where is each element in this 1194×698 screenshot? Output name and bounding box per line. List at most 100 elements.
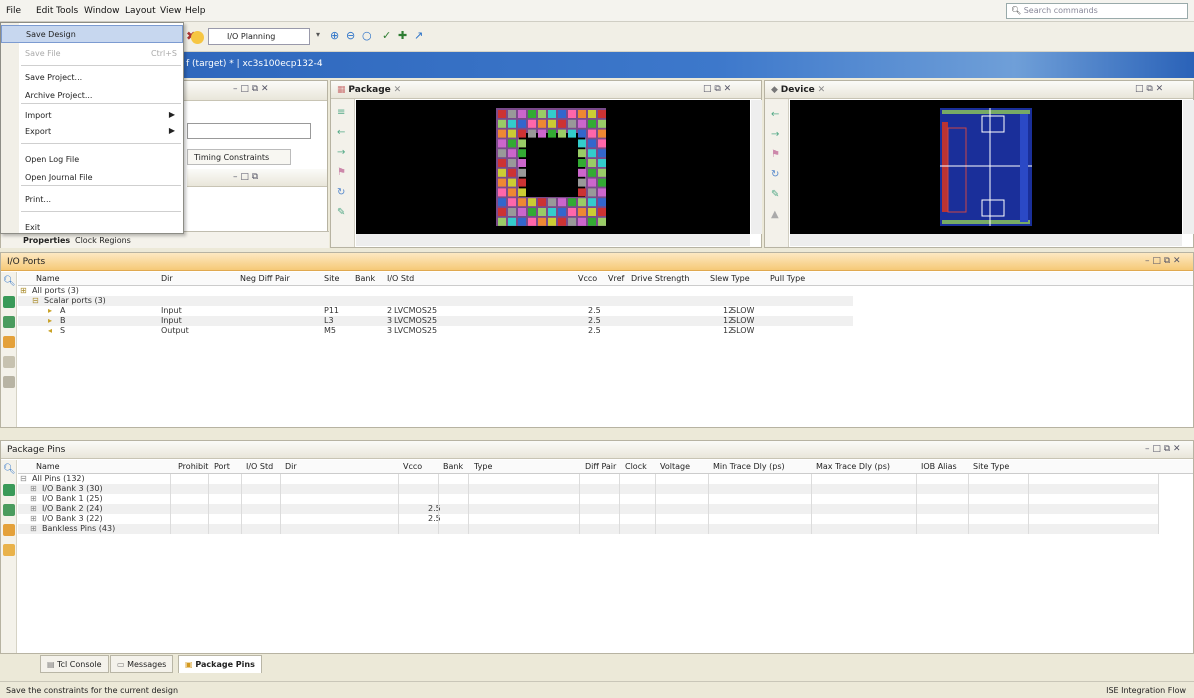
file-menu-item-open-log-file[interactable]: Open Log File xyxy=(1,151,183,169)
place-icon[interactable]: ✚ xyxy=(398,29,414,45)
package-pin[interactable] xyxy=(578,208,586,216)
right-arrow-icon[interactable]: → xyxy=(771,129,779,140)
package-pin[interactable] xyxy=(558,110,566,118)
search-icon[interactable]: 🔍︎ xyxy=(3,276,16,287)
autoplace-icon[interactable] xyxy=(3,336,15,348)
package-pin[interactable] xyxy=(558,119,566,128)
package-pin[interactable] xyxy=(518,139,526,148)
package-pin[interactable] xyxy=(598,168,606,177)
package-pin[interactable] xyxy=(578,188,586,197)
flag-icon[interactable]: ⚑ xyxy=(337,167,346,178)
package-pin[interactable] xyxy=(518,168,526,177)
column-header[interactable]: Bank xyxy=(355,274,375,283)
package-pin[interactable] xyxy=(568,198,576,207)
file-menu-item-save-project[interactable]: Save Project... xyxy=(1,69,183,87)
package-pin[interactable] xyxy=(528,110,536,118)
autoplace-icon[interactable]: ✓ xyxy=(382,29,398,45)
package-pin[interactable] xyxy=(588,217,596,226)
package-pin[interactable] xyxy=(578,217,586,226)
column-header[interactable]: Clock xyxy=(625,462,647,471)
column-header[interactable]: Slew Type xyxy=(710,274,750,283)
package-pin[interactable] xyxy=(568,110,576,118)
column-header[interactable]: Vcco xyxy=(403,462,422,471)
column-header[interactable]: IOB Alias xyxy=(921,462,957,471)
package-pin[interactable] xyxy=(578,149,586,158)
menu-file[interactable]: File xyxy=(6,6,21,16)
package-pin[interactable] xyxy=(548,119,556,128)
column-header[interactable]: I/O Std xyxy=(246,462,273,471)
package-pin[interactable] xyxy=(548,217,556,226)
column-header[interactable]: Min Trace Dly (ps) xyxy=(713,462,785,471)
tab-timing-constraints[interactable]: Timing Constraints xyxy=(187,149,291,165)
table-row[interactable]: ⊞ Bankless Pins (43) xyxy=(18,524,1158,534)
package-pin[interactable] xyxy=(578,168,586,177)
package-pin[interactable] xyxy=(528,198,536,207)
device-hscroll[interactable] xyxy=(790,234,1182,246)
package-pin[interactable] xyxy=(578,159,586,167)
package-pin[interactable] xyxy=(598,110,606,118)
package-pin[interactable] xyxy=(518,129,526,138)
package-pin[interactable] xyxy=(558,129,566,138)
package-pin[interactable] xyxy=(578,119,586,128)
right-arrow-icon[interactable]: → xyxy=(337,147,345,158)
package-pin[interactable] xyxy=(538,198,546,207)
package-pin[interactable] xyxy=(578,198,586,207)
column-header[interactable]: Vref xyxy=(608,274,624,283)
column-header[interactable]: Prohibit xyxy=(178,462,208,471)
layout-select[interactable]: I/O Planning xyxy=(208,28,310,45)
package-pin[interactable] xyxy=(518,208,526,216)
file-menu-item-save-file[interactable]: Save File Ctrl+S xyxy=(1,45,183,63)
file-menu-item-export[interactable]: Export ▶ xyxy=(1,123,183,141)
package-pin[interactable] xyxy=(498,110,506,118)
package-pin[interactable] xyxy=(508,119,516,128)
device-canvas[interactable] xyxy=(790,100,1182,234)
package-pin[interactable] xyxy=(598,129,606,138)
table-row[interactable]: ◂ S Output M5 3 LVCMOS25 2.5 12 SLOW xyxy=(18,326,853,336)
package-canvas[interactable] xyxy=(356,100,750,234)
lock-icon[interactable]: ▲ xyxy=(771,209,779,220)
package-pin[interactable] xyxy=(518,188,526,197)
package-pin[interactable] xyxy=(548,198,556,207)
file-menu-item-save-design[interactable]: Save Design xyxy=(1,25,183,43)
package-pin[interactable] xyxy=(528,129,536,138)
panel-controls-icon[interactable]: – □ ⧉ ✕ xyxy=(1145,256,1181,266)
table-row[interactable]: ⊞ I/O Bank 2 (24) 2.5 xyxy=(18,504,1158,514)
package-pin[interactable] xyxy=(588,188,596,197)
tab-properties[interactable]: Properties xyxy=(23,236,70,245)
close-tab-icon[interactable]: ✕ xyxy=(394,85,402,95)
package-pin[interactable] xyxy=(498,119,506,128)
device-title[interactable]: Device xyxy=(781,85,815,95)
package-pin[interactable] xyxy=(508,168,516,177)
zoom-out-icon[interactable]: ⊖ xyxy=(346,29,362,45)
package-pin[interactable] xyxy=(588,129,596,138)
maximize-icon[interactable]: – □ ⧉ xyxy=(233,172,258,182)
package-pin[interactable] xyxy=(588,198,596,207)
package-pin[interactable] xyxy=(508,149,516,158)
filter-input[interactable] xyxy=(187,123,311,139)
tab-package-pins[interactable]: ▣ Package Pins xyxy=(178,655,262,673)
table-icon[interactable] xyxy=(3,544,15,556)
tool-icon[interactable]: ≡ xyxy=(337,107,345,118)
package-pin[interactable] xyxy=(588,168,596,177)
draw-icon[interactable]: ✎ xyxy=(771,189,779,200)
collapse-icon[interactable]: ⊟ xyxy=(20,474,27,483)
package-pin[interactable] xyxy=(598,188,606,197)
table-row[interactable]: ⊞ I/O Bank 3 (30) xyxy=(18,484,1158,494)
package-pin[interactable] xyxy=(558,198,566,207)
package-pin[interactable] xyxy=(568,129,576,138)
package-pin[interactable] xyxy=(508,129,516,138)
tab-messages[interactable]: ▭ Messages xyxy=(110,655,174,673)
zoom-in-icon[interactable]: ⊕ xyxy=(330,29,346,45)
table-row[interactable]: ▸ B Input L3 3 LVCMOS25 2.5 12 SLOW xyxy=(18,316,853,326)
chevron-down-icon[interactable]: ▾ xyxy=(316,30,320,39)
search-commands-input[interactable]: 🔍︎ Search commands xyxy=(1006,3,1188,19)
expand-icon[interactable]: ⊞ xyxy=(30,484,37,493)
package-pin[interactable] xyxy=(548,208,556,216)
package-pin[interactable] xyxy=(508,217,516,226)
draw-icon[interactable]: ✎ xyxy=(337,207,345,218)
expand-icon[interactable]: ⊞ xyxy=(30,494,37,503)
package-pin[interactable] xyxy=(518,119,526,128)
package-pin[interactable] xyxy=(528,208,536,216)
minimize-icon[interactable]: – □ ⧉ ✕ xyxy=(233,84,269,94)
autoplace-icon[interactable] xyxy=(3,524,15,536)
